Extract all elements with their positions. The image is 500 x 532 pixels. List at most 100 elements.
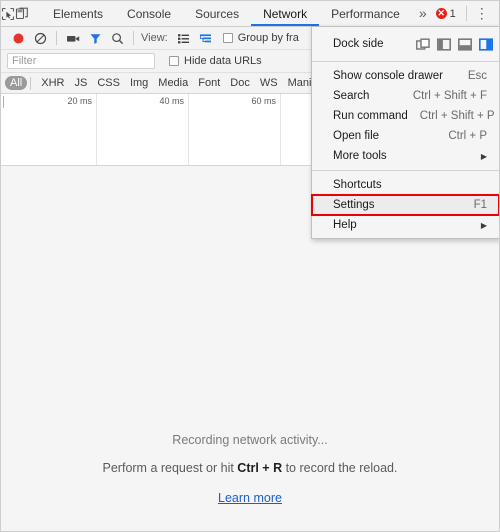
device-toolbar-icon[interactable]	[15, 1, 29, 26]
tab-performance[interactable]: Performance	[319, 1, 412, 26]
dock-to-left-icon[interactable]	[437, 37, 451, 51]
dock-to-right-icon[interactable]	[479, 37, 493, 51]
waterfall-view-icon[interactable]	[195, 28, 217, 49]
type-filter-label: Doc	[230, 77, 250, 89]
inspect-cursor-icon[interactable]	[1, 1, 15, 26]
type-filter-label: Media	[158, 77, 189, 89]
record-button-icon[interactable]	[7, 28, 29, 49]
hint-pre: Perform a request or hit	[102, 461, 238, 475]
error-circle-icon: ✕	[435, 8, 447, 19]
timeline-tick-label: 60 ms	[251, 96, 276, 106]
group-by-frame-label: Group by fra	[237, 32, 299, 44]
type-filter-ws[interactable]: WS	[255, 76, 283, 90]
type-filter-all[interactable]: All	[5, 76, 28, 90]
chevron-right-icon: ▶	[480, 220, 487, 230]
tab-console[interactable]: Console	[115, 1, 183, 26]
empty-state-hint: Perform a request or hit Ctrl + R to rec…	[1, 461, 499, 475]
hint-post: to record the reload.	[282, 461, 398, 475]
chevron-right-icon: ▶	[480, 151, 487, 161]
type-filter-label: WS	[259, 77, 278, 89]
learn-more-link[interactable]: Learn more	[218, 491, 282, 505]
timeline-divider	[280, 94, 281, 165]
learn-more-wrap: Learn more	[1, 489, 499, 507]
type-filter-label: JS	[74, 77, 88, 89]
group-by-frame-checkbox[interactable]: Group by fra	[222, 32, 299, 44]
dock-to-bottom-icon[interactable]	[458, 37, 472, 51]
hint-shortcut: Ctrl + R	[237, 461, 283, 475]
view-label: View:	[141, 32, 168, 44]
more-tabs-label: »	[418, 5, 427, 21]
menu-item-label: Run command	[333, 110, 408, 122]
kebab-glyph: ⋮	[474, 5, 489, 21]
close-devtools-icon[interactable]: ✕	[493, 1, 499, 26]
menu-item-run-command[interactable]: Run command Ctrl + Shift + P	[312, 106, 499, 126]
type-filter-label: CSS	[97, 77, 120, 89]
timeline-tick-label: 20 ms	[67, 96, 92, 106]
menu-item-more-tools[interactable]: More tools ▶	[312, 146, 499, 166]
tab-sources[interactable]: Sources	[183, 1, 251, 26]
panel-tabs: Elements Console Sources Network Perform…	[41, 1, 412, 26]
menu-item-label: Show console drawer	[333, 70, 443, 82]
menu-item-label: Shortcuts	[333, 179, 382, 191]
funnel-icon[interactable]	[84, 28, 106, 49]
type-filter-img[interactable]: Img	[125, 76, 153, 90]
menu-divider	[312, 170, 499, 171]
search-icon[interactable]	[106, 28, 128, 49]
dock-side-label: Dock side	[333, 38, 384, 50]
type-filter-separator	[30, 76, 32, 90]
toolbar-separator-2	[133, 31, 134, 45]
checkbox-box	[222, 33, 233, 43]
menu-item-shortcut: Ctrl + P	[448, 130, 487, 142]
timeline-start-marker	[3, 96, 4, 108]
type-filter-label: Font	[198, 77, 221, 89]
menu-item-label: Settings	[333, 199, 375, 211]
empty-state-title: Recording network activity...	[172, 433, 328, 447]
menu-item-label: Search	[333, 90, 370, 102]
type-filter-label: Img	[129, 77, 149, 89]
tab-label: Performance	[331, 6, 400, 21]
menu-item-label: More tools	[333, 150, 387, 162]
timeline-tick-label: 40 ms	[159, 96, 184, 106]
menu-item-settings[interactable]: Settings F1	[311, 194, 499, 216]
empty-state-message: Recording network activity... Perform a …	[1, 433, 499, 507]
type-filter-media[interactable]: Media	[153, 76, 193, 90]
error-count: 1	[449, 7, 456, 20]
dock-side-options	[416, 37, 493, 51]
tabbar-separator-right	[465, 6, 467, 21]
devtools-tabbar: Elements Console Sources Network Perform…	[1, 1, 499, 27]
menu-item-open-file[interactable]: Open file Ctrl + P	[312, 126, 499, 146]
menu-item-shortcut: Esc	[467, 70, 487, 82]
menu-item-show-console-drawer[interactable]: Show console drawer Esc	[312, 66, 499, 86]
menu-item-help[interactable]: Help ▶	[312, 215, 499, 235]
hide-data-urls-label: Hide data URLs	[184, 55, 262, 67]
list-view-icon[interactable]	[173, 28, 195, 49]
menu-item-search[interactable]: Search Ctrl + Shift + F	[312, 86, 499, 106]
menu-item-shortcut: Ctrl + Shift + F	[412, 90, 487, 102]
tab-label: Network	[263, 6, 308, 21]
menu-item-shortcuts[interactable]: Shortcuts	[312, 175, 499, 195]
tab-label: Elements	[53, 6, 104, 21]
clear-icon[interactable]	[29, 28, 51, 49]
menu-item-label: Open file	[333, 130, 380, 142]
type-filter-xhr[interactable]: XHR	[36, 76, 69, 90]
tab-elements[interactable]: Elements	[41, 1, 115, 26]
type-filter-label: XHR	[41, 77, 65, 89]
filter-input[interactable]	[7, 53, 155, 69]
type-filter-css[interactable]: CSS	[92, 76, 125, 90]
main-menu-popup: Dock side Show console drawer Esc Search…	[311, 26, 499, 239]
hide-data-urls-checkbox[interactable]: Hide data URLs	[169, 55, 262, 67]
type-filter-font[interactable]: Font	[193, 76, 225, 90]
tabbar-right-controls: » ✕ 1 ⋮ ✕	[412, 1, 499, 26]
more-tabs-icon[interactable]: »	[412, 1, 434, 26]
tab-network[interactable]: Network	[251, 1, 320, 26]
menu-item-shortcut: Ctrl + Shift + P	[419, 110, 495, 122]
type-filter-doc[interactable]: Doc	[225, 76, 255, 90]
main-menu-kebab-icon[interactable]: ⋮	[471, 1, 493, 26]
error-badge[interactable]: ✕ 1	[434, 8, 462, 20]
menu-item-label: Help	[333, 219, 357, 231]
camera-icon[interactable]	[62, 28, 84, 49]
tab-label: Console	[127, 6, 172, 21]
tab-label: Sources	[195, 6, 240, 21]
undock-into-separate-window-icon[interactable]	[416, 37, 430, 51]
type-filter-js[interactable]: JS	[69, 76, 92, 90]
